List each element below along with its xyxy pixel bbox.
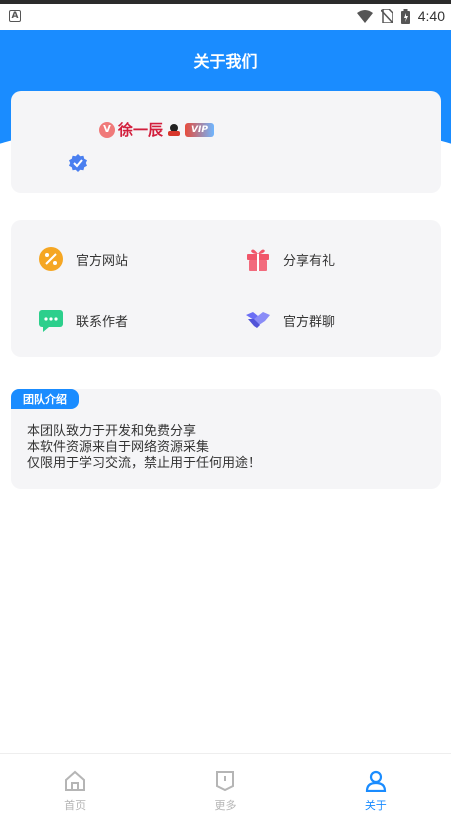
vip-level-icon: V — [99, 121, 115, 138]
contact-author-link[interactable]: 联系作者 — [38, 307, 128, 333]
nickname: 徐一辰 — [118, 121, 164, 139]
chat-icon — [38, 307, 64, 333]
more-icon — [216, 771, 235, 792]
link-label: 分享有礼 — [283, 253, 336, 269]
profile-card: V 徐一辰 VIP — [11, 91, 441, 193]
link-label: 官方网站 — [76, 253, 129, 269]
nav-label: 更多 — [214, 799, 237, 812]
team-intro-text: 本团队致力于开发和免费分享 本软件资源来自于网络资源采集 仅限用于学习交流，禁止… — [27, 424, 261, 472]
status-bar: A 4:40 — [0, 0, 451, 30]
app-notification-icon: A — [9, 10, 21, 22]
team-line: 本团队致力于开发和免费分享 — [27, 424, 197, 439]
avatar-sticker-icon — [168, 123, 181, 136]
nav-more[interactable]: 更多 — [150, 754, 300, 823]
team-line: 本软件资源来自于网络资源采集 — [27, 440, 210, 455]
team-intro-card: 团队介绍 本团队致力于开发和免费分享 本软件资源来自于网络资源采集 仅限用于学习… — [11, 389, 441, 489]
battery-icon — [400, 8, 410, 24]
user-icon — [365, 770, 386, 792]
page-title: 关于我们 — [193, 52, 258, 71]
share-gift-link[interactable]: 分享有礼 — [245, 246, 335, 272]
clock: 4:40 — [417, 8, 445, 24]
nav-label: 关于 — [364, 799, 387, 812]
link-label: 官方群聊 — [283, 314, 336, 330]
team-intro-tag: 团队介绍 — [11, 389, 79, 409]
link-label: 联系作者 — [76, 314, 129, 330]
bottom-nav: 首页 更多 关于 — [0, 753, 451, 823]
official-group-link[interactable]: 官方群聊 — [245, 307, 335, 333]
nav-about[interactable]: 关于 — [301, 754, 451, 823]
handshake-icon — [245, 307, 271, 333]
nav-home[interactable]: 首页 — [0, 754, 150, 823]
gift-icon — [245, 246, 271, 272]
team-line: 仅限用于学习交流，禁止用于任何用途！ — [27, 456, 262, 471]
home-icon — [65, 770, 86, 791]
links-card: 官方网站 分享有礼 联系作者 官方群聊 — [11, 220, 441, 357]
no-sim-icon — [380, 9, 393, 23]
official-website-link[interactable]: 官方网站 — [38, 246, 128, 272]
vip-tag: VIP — [185, 122, 214, 137]
verified-badge-icon — [69, 154, 87, 172]
percent-icon — [38, 246, 64, 272]
nav-label: 首页 — [64, 799, 87, 812]
user-badge: V 徐一辰 VIP — [99, 119, 214, 140]
wifi-icon — [356, 9, 373, 23]
